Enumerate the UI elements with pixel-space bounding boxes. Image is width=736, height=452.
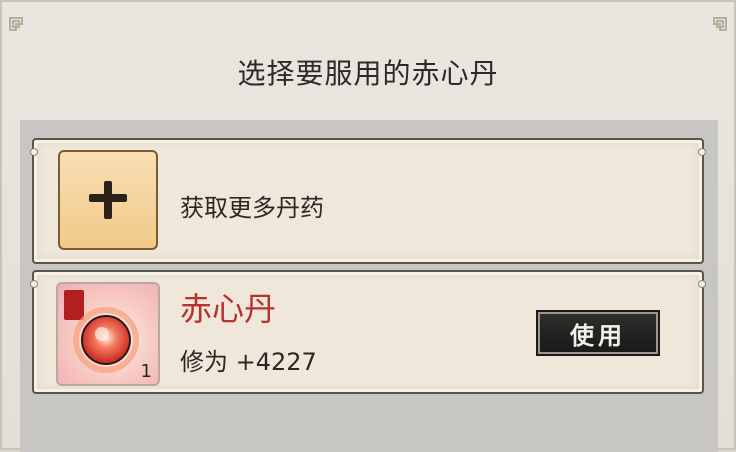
get-more-pills-label: 获取更多丹药 [180, 194, 324, 222]
corner-ornament-icon [9, 17, 23, 31]
pill-name: 赤心丹 [180, 290, 277, 328]
pill-item-tile[interactable]: 1 [56, 282, 160, 386]
get-more-pills-card[interactable]: 获取更多丹药 [30, 138, 706, 264]
pill-item-card: 1 赤心丹 修为 +4227 使用 [30, 270, 706, 394]
corner-ornament-icon [713, 17, 727, 31]
select-pill-dialog: 选择要服用的赤心丹 获取更多丹药 1 赤心丹 修为 +4227 使用 [0, 0, 736, 452]
pill-list: 获取更多丹药 1 赤心丹 修为 +4227 使用 [20, 120, 718, 452]
dialog-title: 选择要服用的赤心丹 [237, 57, 499, 90]
use-button[interactable]: 使用 [536, 310, 660, 356]
add-tile[interactable] [58, 150, 158, 250]
pill-stat: 修为 +4227 [180, 348, 317, 376]
item-count: 1 [140, 361, 152, 382]
plus-icon [89, 181, 127, 219]
